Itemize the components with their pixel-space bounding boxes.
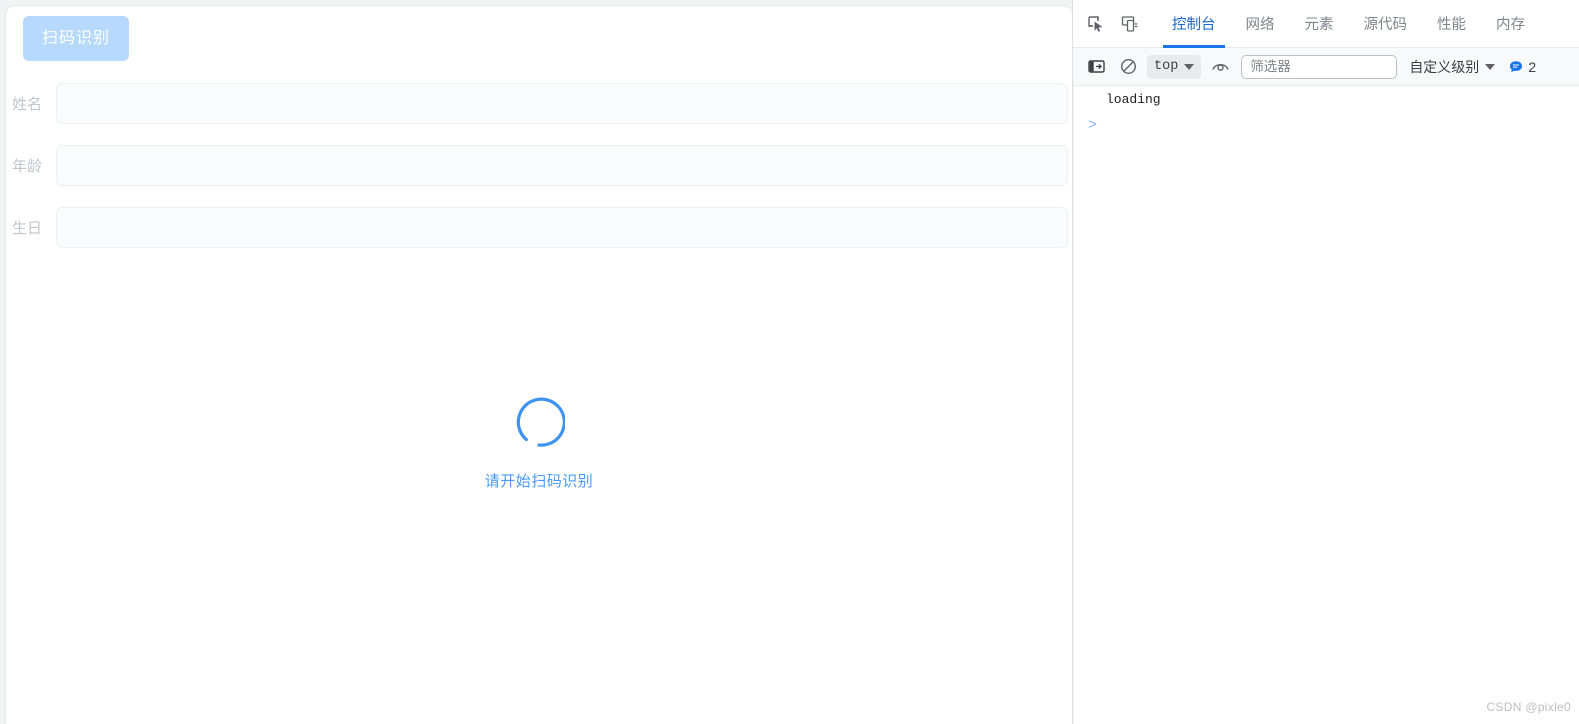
tab-network[interactable]: 网络 — [1231, 0, 1290, 48]
devtools-panel: 控制台 网络 元素 源代码 性能 内存 top 筛选器 自定义级别 2 load… — [1072, 0, 1579, 724]
label-age: 年龄 — [11, 158, 42, 175]
console-sidebar-icon[interactable] — [1083, 54, 1109, 80]
console-output[interactable]: loading > CSDN @pixle0 — [1073, 86, 1579, 724]
eye-icon[interactable] — [1207, 54, 1233, 80]
chevron-down-icon — [1485, 63, 1496, 70]
tab-memory[interactable]: 内存 — [1481, 0, 1540, 48]
execution-context-value: top — [1154, 59, 1179, 74]
app-root: 扫码识别 姓名 年龄 生日 请开始扫码识别 控制台 网络 元素 源代码 性能 内… — [0, 0, 1579, 724]
chevron-down-icon — [1184, 63, 1195, 70]
console-message: loading — [1106, 92, 1161, 107]
log-level-label: 自定义级别 — [1409, 58, 1480, 75]
console-filter-input[interactable] — [1241, 54, 1398, 79]
watermark: CSDN @pixle0 — [1486, 700, 1571, 714]
input-birthday[interactable] — [56, 207, 1068, 248]
input-age[interactable] — [56, 145, 1068, 186]
person-form: 姓名 年龄 生日 — [6, 83, 1068, 269]
form-row-age: 年龄 — [6, 145, 1068, 186]
input-name[interactable] — [56, 83, 1068, 124]
execution-context-selector[interactable]: top — [1147, 54, 1202, 79]
page-card: 扫码识别 姓名 年龄 生日 请开始扫码识别 — [5, 5, 1072, 724]
label-birthday: 生日 — [11, 220, 42, 237]
device-toolbar-icon[interactable] — [1115, 9, 1145, 39]
prompt-chevron-icon: > — [1088, 116, 1098, 134]
console-input-prompt[interactable]: > — [1074, 114, 1579, 136]
tab-performance[interactable]: 性能 — [1422, 0, 1481, 48]
tab-console[interactable]: 控制台 — [1157, 0, 1231, 48]
form-row-name: 姓名 — [6, 83, 1068, 124]
scan-code-button[interactable]: 扫码识别 — [23, 16, 129, 61]
devtools-tabs: 控制台 网络 元素 源代码 性能 内存 — [1157, 0, 1540, 48]
message-count-value: 2 — [1528, 58, 1537, 75]
tab-elements[interactable]: 元素 — [1290, 0, 1349, 48]
label-name: 姓名 — [11, 96, 42, 113]
page-viewport: 扫码识别 姓名 年龄 生日 请开始扫码识别 — [0, 0, 1072, 724]
message-count-badge[interactable]: 2 — [1509, 59, 1536, 75]
inspect-element-icon[interactable] — [1081, 9, 1111, 39]
devtools-tabbar: 控制台 网络 元素 源代码 性能 内存 — [1073, 0, 1579, 48]
clear-console-icon[interactable] — [1115, 54, 1141, 80]
message-bubble-icon — [1509, 60, 1523, 74]
scan-status-area: 请开始扫码识别 — [6, 396, 1072, 491]
form-row-birthday: 生日 — [6, 207, 1068, 248]
tab-sources[interactable]: 源代码 — [1349, 0, 1423, 48]
loading-spinner-icon — [513, 396, 565, 448]
scan-status-text: 请开始扫码识别 — [484, 473, 594, 490]
log-level-selector[interactable]: 自定义级别 — [1409, 57, 1496, 77]
console-toolbar: top 自定义级别 — [1073, 48, 1579, 86]
